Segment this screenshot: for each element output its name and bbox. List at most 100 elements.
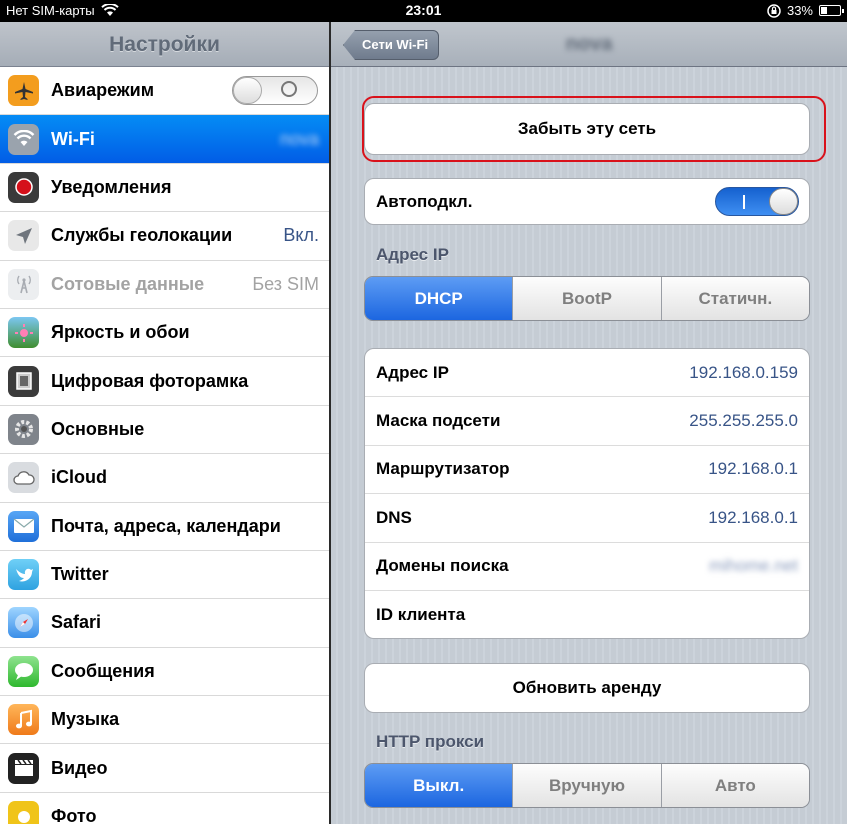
detail-navbar: Сети Wi-Fi nova [331,22,847,67]
proxy-mode-off[interactable]: Выкл. [365,764,513,807]
settings-sidebar: Настройки Авиарежим Wi-Fi nova Уведомлен… [0,22,329,824]
location-icon [8,220,39,252]
proxy-mode-manual[interactable]: Вручную [512,764,661,807]
router-value: 192.168.0.1 [708,459,798,479]
sidebar-item-label: Twitter [51,564,109,585]
brightness-icon [8,317,39,349]
ip-address-row: Адрес IP 192.168.0.159 [365,349,809,398]
autojoin-group: Автоподкл. [364,178,810,225]
ip-section-title: Адрес IP [376,245,449,264]
status-bar: Нет SIM-карты 23:01 33% [0,0,847,22]
client-id-row: ID клиента [365,591,809,639]
sidebar-item-label: Safari [51,612,102,633]
ip-mode-bootp[interactable]: BootP [512,277,661,320]
sidebar-item-messages[interactable]: Сообщения [0,647,329,697]
music-icon [8,704,39,736]
sidebar-item-notifications[interactable]: Уведомления [0,163,329,213]
sidebar-item-label: Службы геолокации [51,225,233,246]
ip-address-value: 192.168.0.159 [689,362,798,382]
search-domains-row: Домены поиска mihome.net [365,543,809,591]
router-row: Маршрутизатор 192.168.0.1 [365,446,809,495]
safari-icon [8,607,39,639]
ip-mode-static[interactable]: Статичн. [660,277,809,320]
forget-network-label: Забыть эту сеть [517,119,657,138]
status-right: 33% [767,3,844,18]
ip-mode-dhcp[interactable]: DHCP [365,277,513,320]
sidebar-item-value: nova [279,128,319,149]
proxy-mode-auto[interactable]: Авто [660,764,809,807]
sidebar-item-wifi[interactable]: Wi-Fi nova [0,115,329,164]
sidebar-item-label: Wi-Fi [51,128,95,149]
sidebar-item-label: iCloud [51,467,107,488]
wifi-detail-pane: Сети Wi-Fi nova Забыть эту сеть Автоподк… [331,22,847,824]
subnet-mask-value: 255.255.255.0 [689,411,798,431]
battery-icon [819,5,844,16]
airplane-icon [8,75,39,107]
photo-frame-icon [8,365,39,397]
subnet-mask-label: Маска подсети [376,411,501,431]
mail-icon [8,510,39,542]
subnet-mask-row: Маска подсети 255.255.255.0 [365,397,809,446]
video-icon [8,752,39,784]
autojoin-row: Автоподкл. [365,179,809,224]
sidebar-item-label: Авиарежим [51,80,155,101]
dns-label: DNS [376,507,412,527]
sidebar-item-label: Музыка [51,709,120,730]
renew-lease-label: Обновить аренду [512,678,662,697]
sidebar-item-label: Сотовые данные [51,273,205,294]
sidebar-item-label: Видео [51,757,108,778]
airplane-mode-toggle[interactable] [232,76,318,106]
sidebar-item-airplane-mode[interactable]: Авиарежим [0,67,329,116]
forget-network-button[interactable]: Забыть эту сеть [364,103,810,155]
sidebar-item-brightness-wallpaper[interactable]: Яркость и обои [0,308,329,358]
sidebar-item-label: Почта, адреса, календари [51,515,281,536]
sidebar-item-label: Фото [51,806,97,824]
sidebar-item-general[interactable]: Основные [0,405,329,455]
sidebar-item-cellular-data[interactable]: Сотовые данные Без SIM [0,260,329,309]
sidebar-item-music[interactable]: Музыка [0,696,329,745]
sidebar-item-location-services[interactable]: Службы геолокации Вкл. [0,212,329,261]
search-domains-label: Домены поиска [376,556,509,576]
messages-icon [8,655,39,687]
network-name-title: nova [565,33,613,55]
battery-percent: 33% [786,3,813,18]
sidebar-item-icloud[interactable]: iCloud [0,454,329,503]
renew-lease-button[interactable]: Обновить аренду [364,663,810,713]
sidebar-item-value: Вкл. [283,225,319,246]
ip-address-label: Адрес IP [376,362,449,382]
sidebar-item-safari[interactable]: Safari [0,599,329,648]
wifi-icon [8,123,39,155]
sidebar-list: Авиарежим Wi-Fi nova Уведомления Службы … [0,67,329,824]
dns-value: 192.168.0.1 [708,507,798,527]
gear-icon [8,413,39,445]
sidebar-item-label: Уведомления [51,176,172,197]
ip-mode-segmented-control: DHCP BootP Статичн. [364,276,810,321]
notifications-icon [8,171,39,203]
rotation-lock-icon [767,3,781,18]
dns-row: DNS 192.168.0.1 [365,494,809,543]
sidebar-item-label: Сообщения [51,660,155,681]
sidebar-item-label: Основные [51,418,145,439]
autojoin-label: Автоподкл. [376,191,473,211]
twitter-icon [8,559,39,591]
client-id-label: ID клиента [376,605,466,625]
router-label: Маршрутизатор [376,459,510,479]
clock: 23:01 [405,2,442,18]
sidebar-item-video[interactable]: Видео [0,744,329,793]
sidebar-item-twitter[interactable]: Twitter [0,550,329,600]
proxy-mode-segmented-control: Выкл. Вручную Авто [364,763,810,808]
sidebar-item-value: Без SIM [252,273,319,294]
cellular-icon [8,268,39,300]
autojoin-toggle[interactable] [715,187,799,216]
sidebar-title: Настройки [0,22,329,67]
search-domains-value: mihome.net [709,556,798,576]
sidebar-item-photos[interactable]: Фото [0,792,329,824]
ip-details-group: Адрес IP 192.168.0.159 Маска подсети 255… [364,348,810,639]
sidebar-item-mail[interactable]: Почта, адреса, календари [0,502,329,551]
icloud-icon [8,462,39,494]
proxy-section-title: HTTP прокси [376,732,485,751]
sidebar-item-label: Цифровая фоторамка [51,370,249,391]
sidebar-item-picture-frame[interactable]: Цифровая фоторамка [0,357,329,406]
sidebar-item-label: Яркость и обои [51,322,190,343]
photos-icon [8,801,39,824]
